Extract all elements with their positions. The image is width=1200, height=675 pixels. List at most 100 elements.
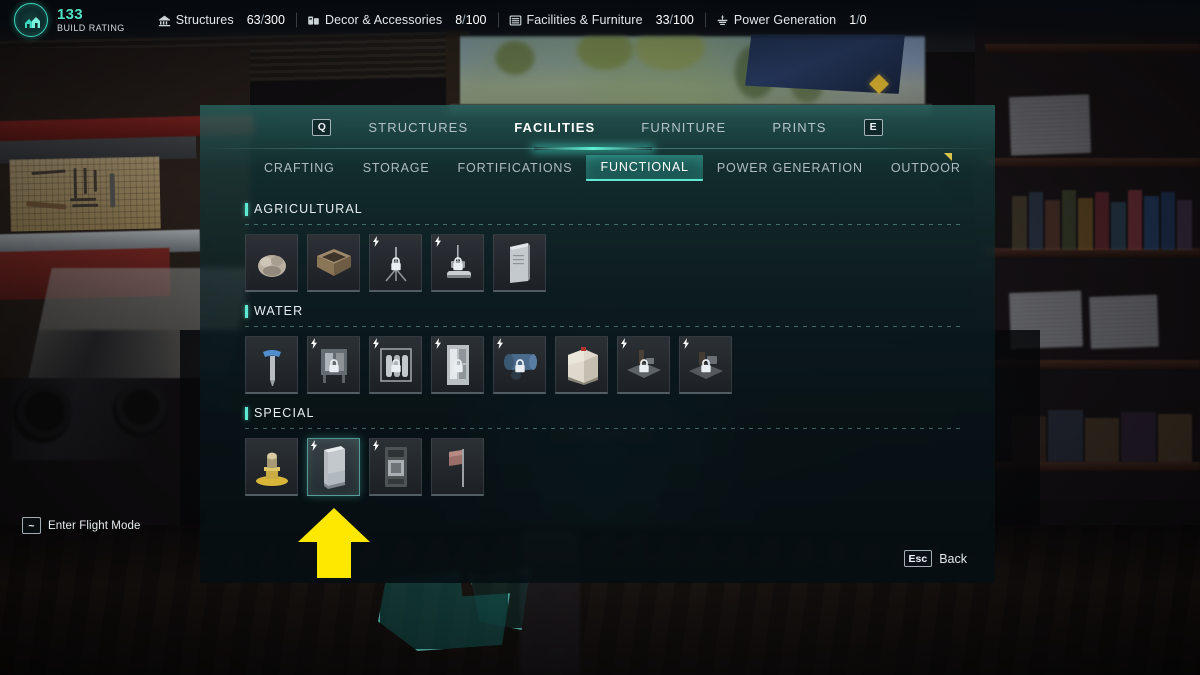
tab-facilities[interactable]: FACILITIES — [491, 120, 618, 135]
section-divider — [245, 224, 965, 225]
item-tile-water-filter-unit[interactable] — [307, 336, 360, 394]
item-tile-purifier-cabinet[interactable] — [431, 336, 484, 394]
subtab-outdoor[interactable]: OUTDOOR — [877, 156, 975, 180]
build-rating-label: BUILD RATING — [57, 23, 125, 33]
item-tile-well-pump-small[interactable] — [617, 336, 670, 394]
flight-mode-label: Enter Flight Mode — [48, 519, 141, 532]
item-tile-grow-cabinet[interactable] — [493, 234, 546, 292]
power-required-icon — [373, 338, 379, 349]
build-rating-text: 133 BUILD RATING — [57, 7, 125, 33]
locked-icon — [390, 358, 401, 372]
build-rating-value: 133 — [57, 6, 83, 23]
hud-counter-power: Power Generation 1/0 — [705, 13, 878, 27]
item-tile-banner-flag[interactable] — [431, 438, 484, 496]
subtab-fortifications[interactable]: FORTIFICATIONS — [444, 156, 587, 180]
subtab-functional[interactable]: FUNCTIONAL — [586, 155, 703, 181]
back-label: Back — [939, 551, 967, 566]
section-tile-grid — [245, 336, 965, 394]
locked-icon — [638, 358, 649, 372]
item-thumbnail — [556, 337, 607, 392]
section-special: SPECIAL — [245, 403, 965, 496]
main-tab-bar: Q STRUCTURES FACILITIES FURNITURE PRINTS… — [200, 105, 995, 150]
sub-tab-bar: CRAFTING STORAGE FORTIFICATIONS FUNCTION… — [200, 149, 995, 187]
item-tile-planter-box[interactable] — [307, 234, 360, 292]
item-tile-water-tank-rack[interactable] — [369, 336, 422, 394]
item-thumbnail — [308, 235, 359, 290]
section-water: WATER — [245, 301, 965, 394]
back-key[interactable]: Esc — [903, 550, 933, 567]
item-tile-ibc-tote-tank[interactable] — [555, 336, 608, 394]
locked-icon — [390, 256, 401, 270]
section-divider — [245, 326, 965, 327]
section-header: SPECIAL — [245, 403, 965, 423]
facilities-icon — [509, 14, 521, 26]
locked-icon — [452, 256, 463, 270]
section-accent-bar — [245, 406, 248, 420]
section-accent-bar — [245, 304, 248, 318]
tab-structures[interactable]: STRUCTURES — [345, 120, 491, 135]
section-header: AGRICULTURAL — [245, 199, 965, 219]
flight-mode-key[interactable]: ~ — [22, 517, 41, 534]
hud-counters: Structures 63/300 Decor & Accessories 8/… — [147, 13, 878, 27]
motorcycle — [12, 330, 182, 460]
panel-footer: Esc Back — [903, 550, 967, 567]
item-tile-gold-pedestal-trophy[interactable] — [245, 438, 298, 496]
item-thumbnail — [432, 439, 483, 494]
item-tile-glass-display-case[interactable] — [307, 438, 360, 496]
subtab-storage[interactable]: STORAGE — [349, 156, 444, 180]
hud-counter-label: Structures — [175, 13, 234, 27]
power-required-icon — [373, 440, 379, 451]
item-thumbnail — [246, 235, 297, 290]
item-tile-irrigation-sprinkler[interactable] — [369, 234, 422, 292]
prev-tab-key[interactable]: Q — [312, 118, 332, 136]
decor-icon — [308, 15, 319, 25]
hud-counter-label: Power Generation — [733, 13, 837, 27]
tab-prints[interactable]: PRINTS — [749, 120, 849, 135]
power-icon — [717, 14, 728, 25]
hud-counter-label: Decor & Accessories — [324, 13, 443, 27]
section-accent-bar — [245, 202, 248, 216]
item-tile-compost-pile[interactable] — [245, 234, 298, 292]
item-tile-well-pump-large[interactable] — [679, 336, 732, 394]
tab-furniture[interactable]: FURNITURE — [618, 120, 749, 135]
section-title: AGRICULTURAL — [254, 202, 363, 216]
hud-counter-value: 33/100 — [655, 13, 694, 27]
power-required-icon — [497, 338, 503, 349]
power-required-icon — [621, 338, 627, 349]
screen: 133 BUILD RATING Structures 63/300 Decor… — [0, 0, 1200, 675]
locked-icon — [700, 358, 711, 372]
power-required-icon — [311, 338, 317, 349]
section-tile-grid — [245, 234, 965, 292]
annotation-arrow-up-icon — [298, 508, 370, 578]
flight-mode-hint[interactable]: ~ Enter Flight Mode — [22, 517, 140, 534]
hud-counter-value: 63/300 — [246, 13, 285, 27]
power-required-icon — [311, 440, 317, 451]
build-rating-badge — [14, 3, 48, 37]
locked-icon — [452, 358, 463, 372]
section-header: WATER — [245, 301, 965, 321]
power-required-icon — [373, 236, 379, 247]
item-tile-hanging-grow-lamp[interactable] — [431, 234, 484, 292]
hud-counter-value: 1/0 — [849, 13, 867, 27]
power-required-icon — [683, 338, 689, 349]
section-title: SPECIAL — [254, 406, 315, 420]
power-required-icon — [435, 338, 441, 349]
corner-marker-icon — [944, 153, 952, 161]
locked-icon — [328, 358, 339, 372]
house-rating-icon — [14, 3, 48, 37]
next-tab-key[interactable]: E — [863, 118, 883, 136]
hud-counter-label: Facilities & Furniture — [526, 13, 643, 27]
subtab-crafting[interactable]: CRAFTING — [250, 156, 349, 180]
tool-pegboard — [9, 156, 161, 232]
subtab-power-generation[interactable]: POWER GENERATION — [703, 156, 877, 180]
section-tile-grid — [245, 438, 965, 496]
item-tile-pressure-tank[interactable] — [493, 336, 546, 394]
hud-counter-structures: Structures 63/300 — [147, 13, 296, 27]
item-tile-water-pump-spigot[interactable] — [245, 336, 298, 394]
locked-icon — [514, 358, 525, 372]
top-hud-bar: 133 BUILD RATING Structures 63/300 Decor… — [0, 0, 1200, 40]
item-sections: AGRICULTURAL WATER SPECIAL — [200, 187, 995, 496]
item-tile-vending-terminal[interactable] — [369, 438, 422, 496]
structures-icon — [158, 15, 170, 26]
hud-counter-decor: Decor & Accessories 8/100 — [296, 13, 498, 27]
